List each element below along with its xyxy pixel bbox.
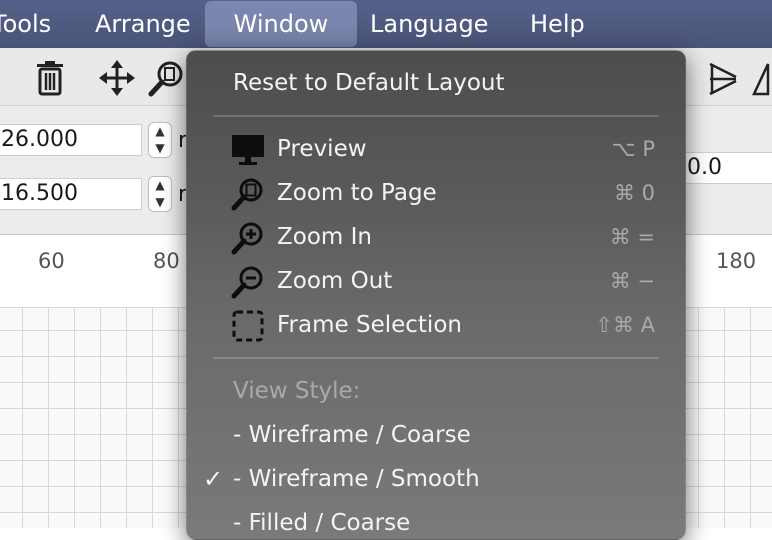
- menu-item-wireframe-smooth[interactable]: ✓ - Wireframe / Smooth: [187, 457, 685, 501]
- zoom-page-icon[interactable]: [148, 60, 184, 98]
- menu-item-label: - Wireframe / Coarse: [233, 422, 471, 448]
- trash-icon[interactable]: [34, 60, 66, 96]
- menubar: Tools Arrange Window Language Help: [0, 0, 772, 48]
- menu-item-label: Zoom Out: [277, 268, 393, 294]
- frame-selection-icon: [232, 310, 264, 342]
- menu-header-label: View Style:: [233, 378, 361, 404]
- flip-vertical-icon[interactable]: [752, 60, 772, 98]
- menubar-tools[interactable]: Tools: [0, 0, 51, 48]
- menu-item-zoom-to-page[interactable]: Zoom to Page ⌘ 0: [187, 171, 685, 215]
- menu-separator: [213, 115, 659, 117]
- zoom-out-icon: [231, 266, 263, 299]
- menu-item-zoom-in[interactable]: Zoom In ⌘ =: [187, 215, 685, 259]
- window-menu: Reset to Default Layout Preview ⌥ P Zoom…: [186, 50, 686, 540]
- menubar-help[interactable]: Help: [530, 0, 585, 48]
- stepper-down-icon[interactable]: ▼: [149, 140, 171, 157]
- stepper-down-icon[interactable]: ▼: [149, 194, 171, 211]
- monitor-icon: [232, 135, 264, 165]
- stepper-up-icon[interactable]: ▲: [149, 177, 171, 194]
- menu-shortcut: ⌘ 0: [613, 181, 655, 205]
- menubar-arrange[interactable]: Arrange: [95, 0, 191, 48]
- flip-horizontal-icon[interactable]: [706, 60, 740, 98]
- y-position-field[interactable]: 16.500: [0, 178, 142, 210]
- move-icon[interactable]: [99, 60, 135, 96]
- menu-header-view-style: View Style:: [187, 369, 685, 413]
- menubar-language[interactable]: Language: [370, 0, 488, 48]
- menu-item-frame-selection[interactable]: Frame Selection ⇧⌘ A: [187, 303, 685, 347]
- menu-shortcut: ⌘ −: [609, 269, 655, 293]
- menu-item-label: - Wireframe / Smooth: [233, 466, 480, 492]
- zoom-page-icon: [231, 178, 263, 211]
- menu-item-label: Preview: [277, 136, 367, 162]
- y-position-stepper[interactable]: ▲ ▼: [148, 176, 172, 212]
- menu-item-label: Reset to Default Layout: [233, 70, 505, 96]
- stepper-up-icon[interactable]: ▲: [149, 123, 171, 140]
- ruler-label: 180: [716, 249, 757, 273]
- menu-shortcut: ⌘ =: [609, 225, 655, 249]
- zoom-in-icon: [231, 222, 263, 255]
- menubar-window[interactable]: Window: [205, 1, 357, 47]
- x-position-stepper[interactable]: ▲ ▼: [148, 122, 172, 158]
- menu-item-filled-coarse[interactable]: - Filled / Coarse: [187, 501, 685, 539]
- menu-item-label: - Filled / Coarse: [233, 510, 411, 536]
- checkmark-icon: ✓: [203, 465, 224, 493]
- rotation-field[interactable]: 0.0: [684, 152, 772, 184]
- menu-item-wireframe-coarse[interactable]: - Wireframe / Coarse: [187, 413, 685, 457]
- menu-separator: [213, 357, 659, 359]
- menu-item-label: Zoom In: [277, 224, 372, 250]
- menu-item-preview[interactable]: Preview ⌥ P: [187, 127, 685, 171]
- menu-item-zoom-out[interactable]: Zoom Out ⌘ −: [187, 259, 685, 303]
- ruler-label: 60: [38, 249, 65, 273]
- menu-item-label: Zoom to Page: [277, 180, 437, 206]
- menu-item-label: Frame Selection: [277, 312, 462, 338]
- x-position-field[interactable]: 26.000: [0, 124, 142, 156]
- menu-shortcut: ⇧⌘ A: [595, 313, 655, 337]
- menu-shortcut: ⌥ P: [611, 137, 655, 161]
- menu-item-reset-layout[interactable]: Reset to Default Layout: [187, 61, 685, 105]
- ruler-label: 80: [153, 249, 180, 273]
